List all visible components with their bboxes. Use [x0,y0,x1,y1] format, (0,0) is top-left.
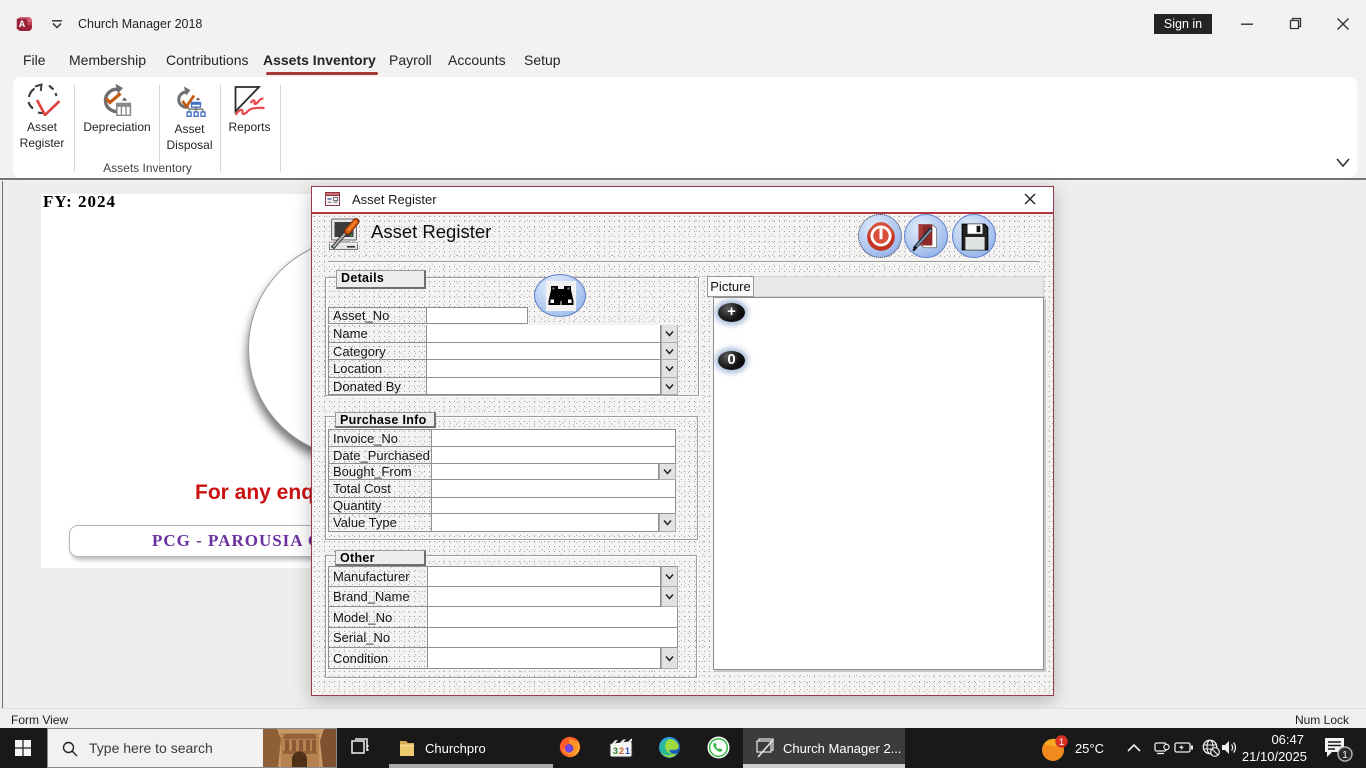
svg-text:3: 3 [613,746,618,756]
svg-text:2: 2 [619,746,624,756]
svg-text:A: A [19,19,26,29]
svg-text:1: 1 [1059,737,1064,748]
svg-text:1: 1 [625,746,630,756]
svg-text:1: 1 [1342,749,1348,761]
